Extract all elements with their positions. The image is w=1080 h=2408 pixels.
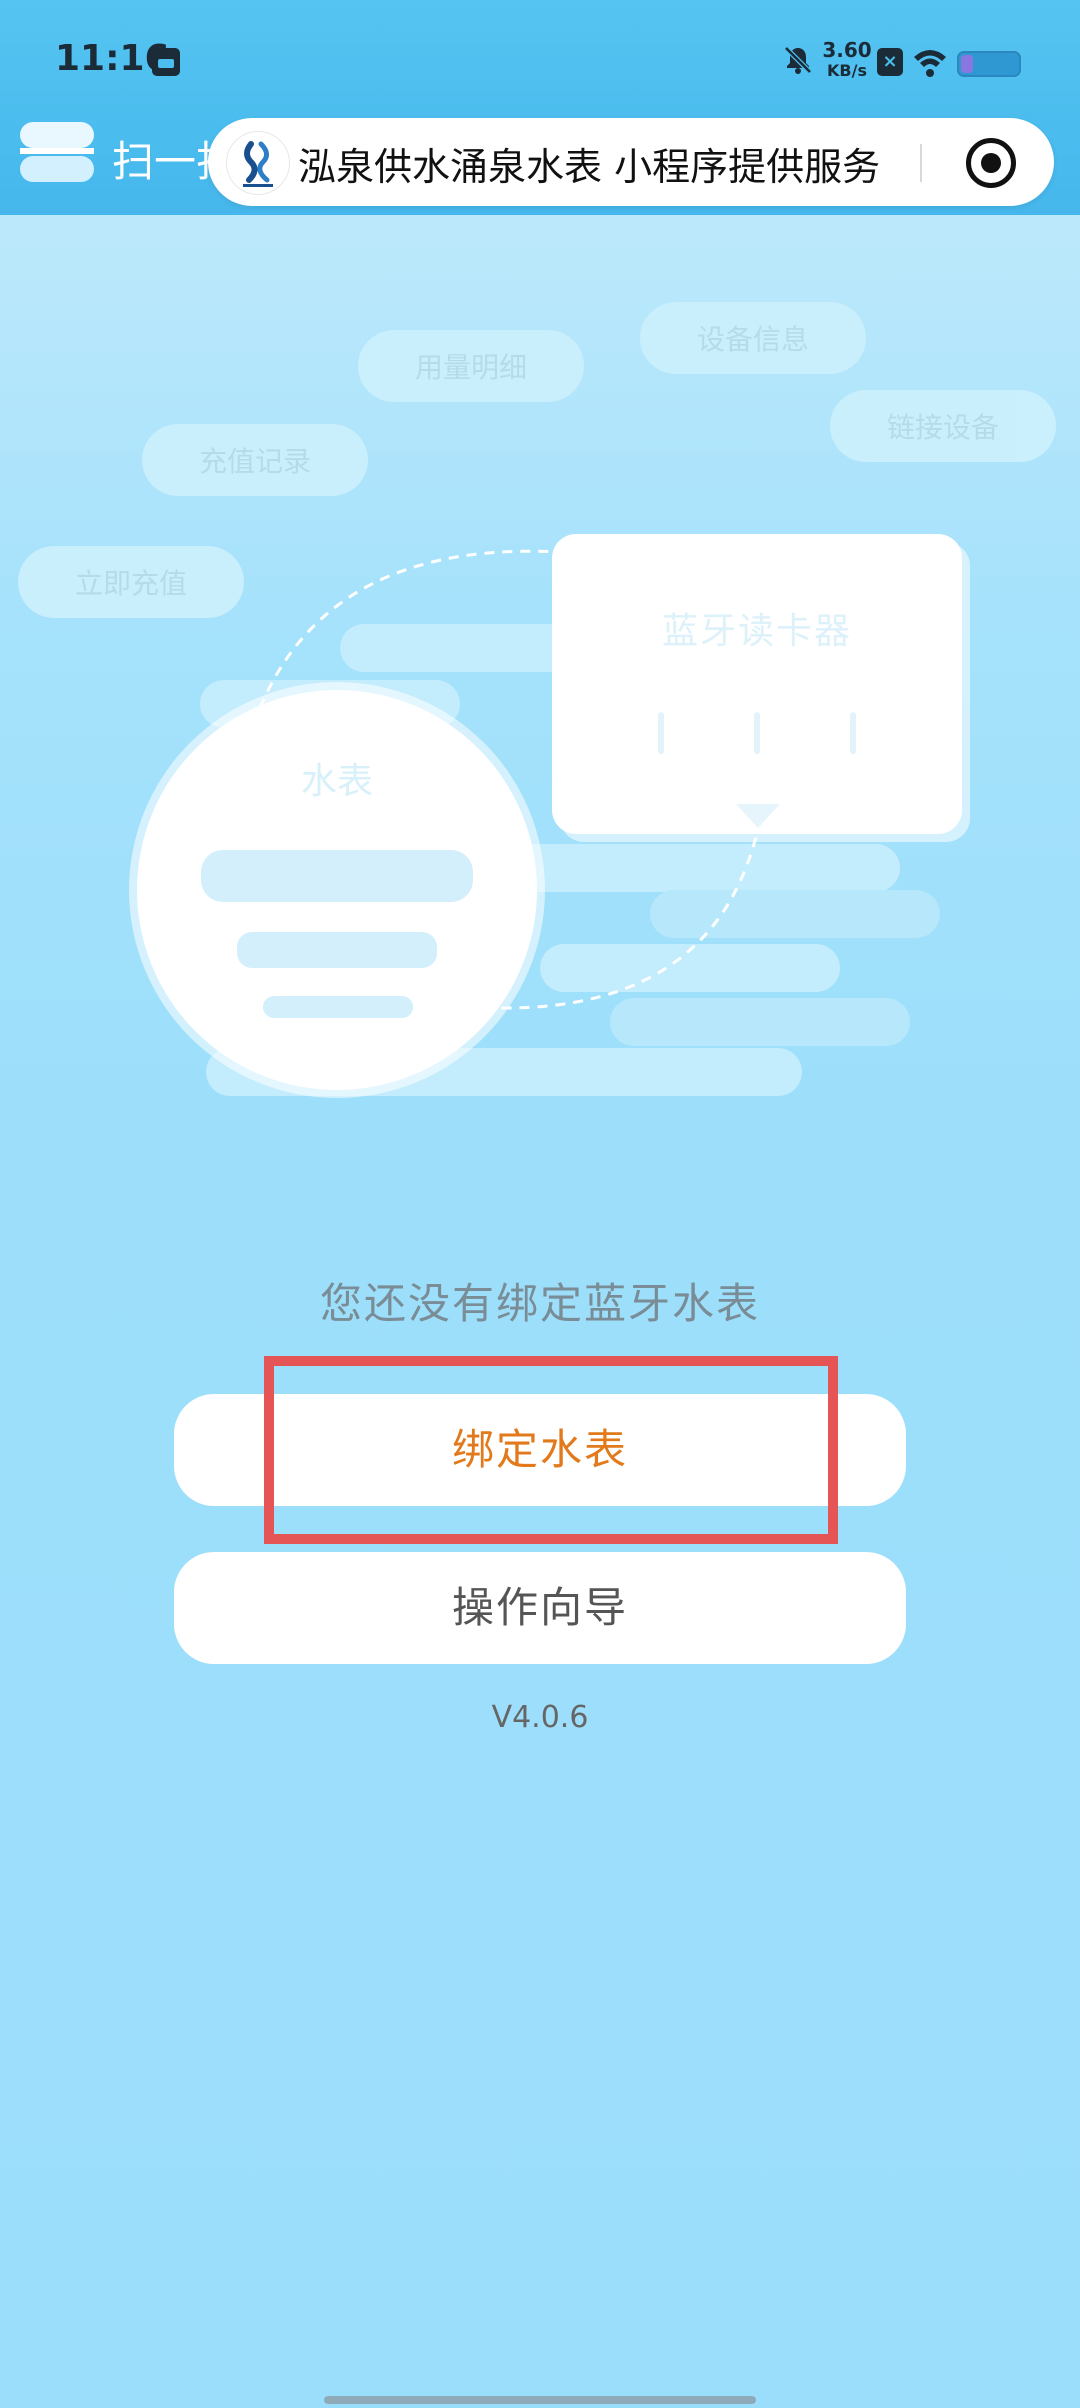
meter-display-bar — [201, 850, 473, 902]
battery-icon — [957, 51, 1021, 77]
indicator-icon — [850, 712, 856, 754]
calendar-icon — [152, 48, 180, 76]
miniprogram-service-bar[interactable]: 泓泉供水涌泉水表 小程序提供服务 — [208, 118, 1054, 206]
battery-level — [961, 55, 973, 73]
scan-app-icon[interactable] — [20, 120, 94, 186]
hongquan-logo-icon — [226, 131, 290, 195]
status-bar: 11:16 3.60 KB/s × — [0, 0, 1080, 120]
home-indicator[interactable] — [324, 2396, 756, 2404]
network-speed-value: 3.60 — [822, 38, 872, 62]
highlight-box — [264, 1356, 838, 1544]
close-box-icon: × — [877, 48, 903, 76]
hero-illustration: 用量明细 设备信息 链接设备 充值记录 立即充值 水表 蓝牙读卡器 — [0, 260, 1080, 1120]
meter-display-bar — [237, 932, 437, 968]
mute-icon — [784, 46, 812, 74]
signal-icon — [754, 712, 760, 754]
water-meter-graphic: 水表 — [137, 690, 537, 1090]
miniprogram-close-icon[interactable] — [966, 138, 1016, 188]
bluetooth-icon — [658, 712, 664, 754]
reader-pointer-icon — [736, 804, 780, 828]
operation-guide-button[interactable]: 操作向导 — [174, 1552, 906, 1664]
network-speed-unit: KB/s — [827, 61, 867, 80]
meter-display-bar — [263, 996, 413, 1018]
water-meter-label: 水表 — [300, 761, 373, 802]
miniprogram-service-text: 泓泉供水涌泉水表 小程序提供服务 — [298, 145, 881, 189]
miniprogram-divider — [920, 144, 922, 182]
wifi-icon — [914, 50, 946, 77]
no-meter-bound-message: 您还没有绑定蓝牙水表 — [319, 1279, 760, 1328]
network-speed: 3.60 KB/s — [822, 40, 872, 79]
bluetooth-reader-graphic: 蓝牙读卡器 — [552, 534, 962, 834]
version-label: V4.0.6 — [491, 1700, 589, 1735]
bluetooth-reader-label: 蓝牙读卡器 — [661, 611, 852, 652]
